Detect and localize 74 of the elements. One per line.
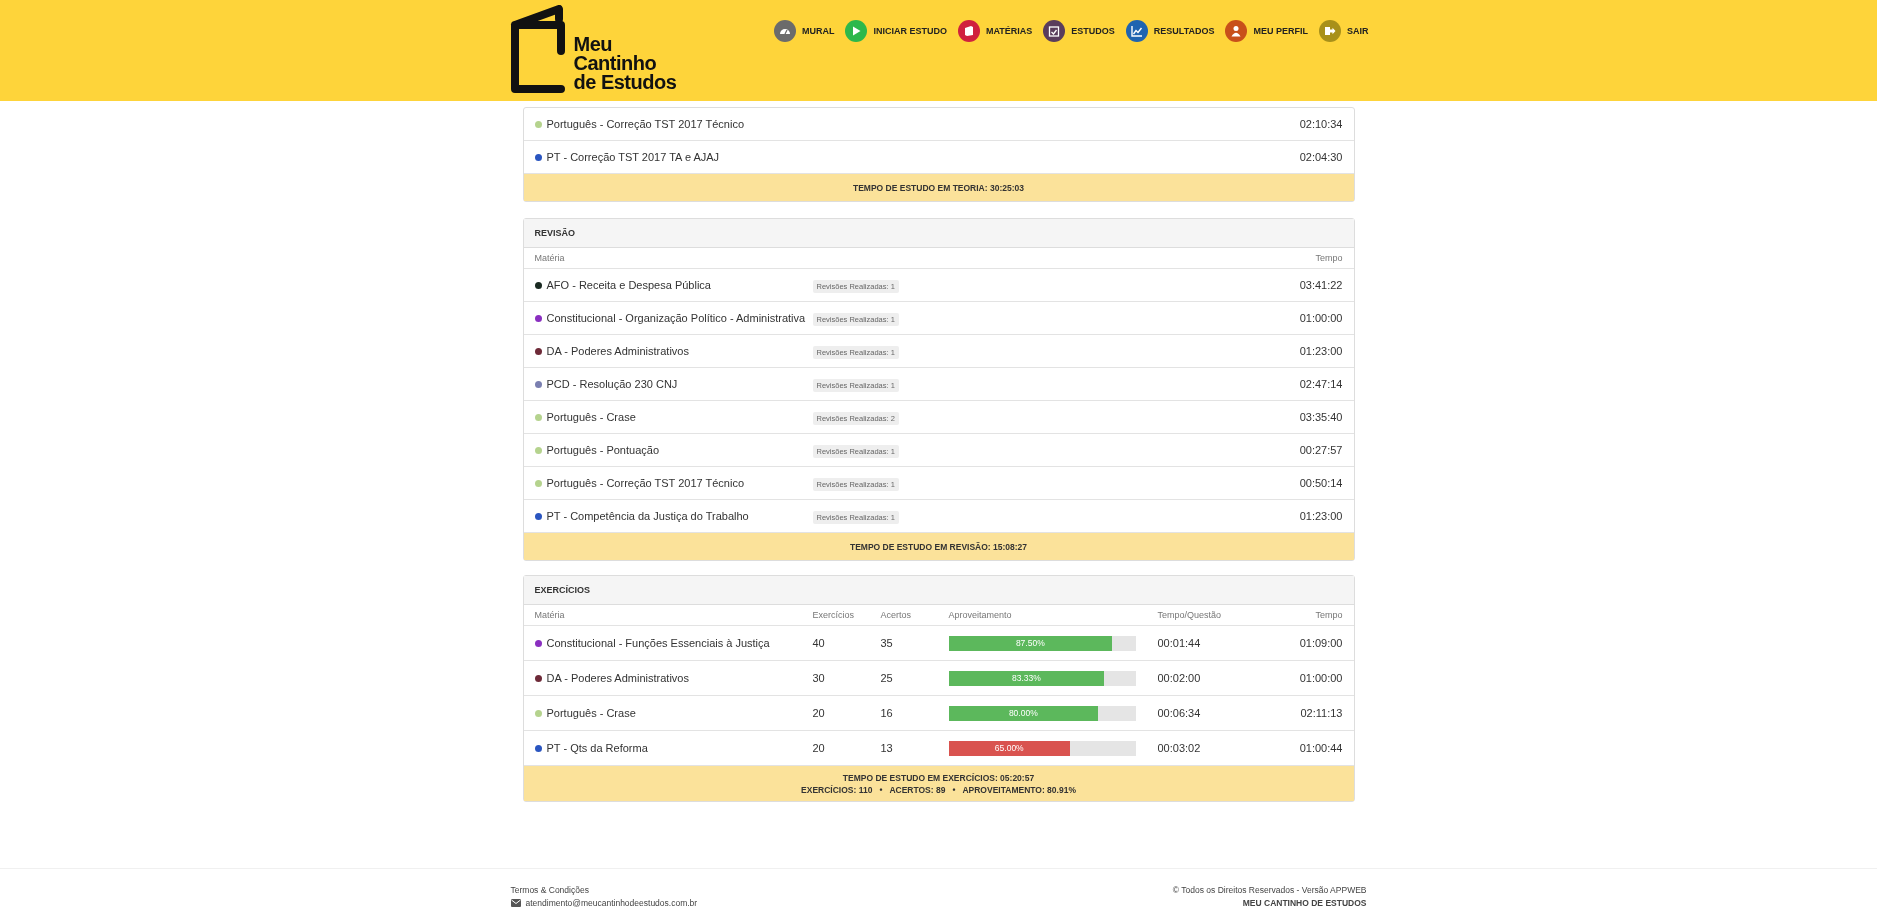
subject-name: Português - Crase <box>546 411 636 423</box>
subject-name: Português - Pontuação <box>546 444 660 456</box>
time-value: 02:04:30 <box>1299 151 1343 163</box>
percent-label: 87.50% <box>1015 638 1045 648</box>
subject-name: Português - Correção TST 2017 Técnico <box>546 477 744 489</box>
nav-link[interactable]: RESULTADOS <box>1125 20 1215 42</box>
subject-name: AFO - Receita e Despesa Pública <box>546 279 711 291</box>
column-header: Matéria <box>534 610 566 620</box>
column-header: Matéria <box>534 253 566 263</box>
subject-name: PCD - Resolução 230 CNJ <box>546 378 678 390</box>
nav-link[interactable]: MEU PERFIL <box>1225 20 1308 42</box>
time-per-question: 00:03:02 <box>1157 742 1202 754</box>
panel-title: REVISÃO <box>534 228 575 238</box>
exercise-count: 20 <box>812 742 826 754</box>
nav-link[interactable]: MATÉRIAS <box>957 20 1033 42</box>
time-per-question: 00:01:44 <box>1157 637 1202 649</box>
panel-title: EXERCÍCIOS <box>534 585 590 595</box>
column-header: Acertos <box>880 610 912 620</box>
percent-label: 83.33% <box>1012 673 1041 683</box>
exercise-count: 30 <box>812 672 826 684</box>
subject-name: PT - Correção TST 2017 TA e AJAJ <box>546 151 720 163</box>
terms-link[interactable]: Termos & Condições <box>510 885 698 895</box>
nav-link[interactable]: MURAL <box>773 20 835 42</box>
time-value: 00:27:57 <box>1299 444 1343 456</box>
separator-dot: • <box>879 784 883 795</box>
summary-text: EXERCÍCIOS: 110 <box>801 784 873 795</box>
time-per-question: 00:06:34 <box>1157 707 1202 719</box>
subject-name: PT - Qts da Reforma <box>546 742 648 754</box>
time-value: 02:11:13 <box>1300 707 1343 719</box>
brand-text: MEU CANTINHO DE ESTUDOS <box>1242 898 1367 908</box>
logo-text: Meu Cantinho de Estudos <box>573 35 677 92</box>
email-link[interactable]: atendimento@meucantinhodeestudos.com.br <box>525 898 698 908</box>
exercise-count: 20 <box>812 707 826 719</box>
subject-name: Constitucional - Funções Essenciais à Justiça <box>546 637 770 649</box>
correct-count: 16 <box>880 707 894 719</box>
column-header: Tempo <box>1315 253 1343 263</box>
separator-dot: • <box>952 784 956 795</box>
time-value: 02:47:14 <box>1299 378 1343 390</box>
total-text: TEMPO DE ESTUDO EM REVISÃO: 15:08:27 <box>849 541 1028 552</box>
subject-name: DA - Poderes Administrativos <box>546 345 689 357</box>
nav-link[interactable]: SAIR <box>1319 20 1369 42</box>
correct-count: 35 <box>880 637 894 649</box>
subject-name: Português - Crase <box>546 707 636 719</box>
total-text: TEMPO DE ESTUDO EM EXERCÍCIOS: 05:20:57 <box>842 772 1035 783</box>
time-value: 00:50:14 <box>1299 477 1343 489</box>
subject-name: Português - Correção TST 2017 Técnico <box>546 118 744 130</box>
time-value: 02:10:34 <box>1299 118 1343 130</box>
subject-name: PT - Competência da Justiça do Trabalho <box>546 510 749 522</box>
column-header: Tempo <box>1315 610 1343 620</box>
summary-text: APROVEITAMENTO: 80.91% <box>962 784 1076 795</box>
time-value: 01:09:00 <box>1299 637 1343 649</box>
column-header: Aproveitamento <box>948 610 1013 620</box>
time-per-question: 00:02:00 <box>1157 672 1202 684</box>
time-value: 01:00:00 <box>1299 672 1343 684</box>
percent-label: 80.00% <box>1008 708 1038 718</box>
time-value: 03:35:40 <box>1299 411 1343 423</box>
time-value: 01:23:00 <box>1299 510 1343 522</box>
nav-link[interactable]: INICIAR ESTUDO <box>845 20 947 42</box>
correct-count: 13 <box>880 742 894 754</box>
copyright-text: © Todos os Direitos Reservados - Versão APPWEB <box>1172 885 1367 895</box>
column-header: Exercícios <box>812 610 855 620</box>
time-value: 01:00:44 <box>1299 742 1343 754</box>
subject-name: DA - Poderes Administrativos <box>546 672 689 684</box>
total-text: TEMPO DE ESTUDO EM TEORIA: 30:25:03 <box>853 182 1024 193</box>
time-value: 03:41:22 <box>1299 279 1343 291</box>
percent-label: 65.00% <box>994 743 1024 753</box>
column-header: Tempo/Questão <box>1157 610 1223 620</box>
time-value: 01:23:00 <box>1299 345 1343 357</box>
time-value: 01:00:00 <box>1299 312 1343 324</box>
summary-text: ACERTOS: 89 <box>889 784 946 795</box>
nav-link[interactable]: ESTUDOS <box>1043 20 1115 42</box>
exercise-count: 40 <box>812 637 826 649</box>
correct-count: 25 <box>880 672 894 684</box>
subject-name: Constitucional - Organização Político - Administrativa <box>546 312 806 324</box>
